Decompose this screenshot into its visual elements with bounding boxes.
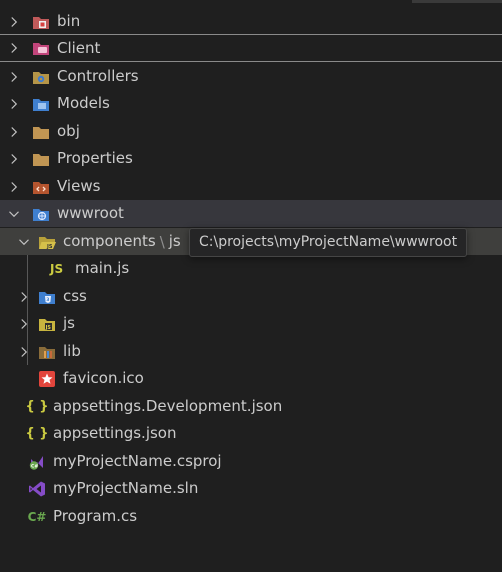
tree-item-label: Client	[57, 38, 101, 57]
chevron-down-icon[interactable]	[16, 234, 32, 250]
tree-item-controllers[interactable]: Controllers	[0, 63, 502, 90]
chevron-right-icon[interactable]	[6, 179, 22, 195]
folder-icon	[32, 123, 50, 141]
csharp-file-icon: C#	[27, 509, 47, 524]
folder-views-icon	[32, 178, 50, 196]
chevron-right-icon[interactable]	[16, 316, 32, 332]
folder-controllers-icon	[32, 68, 50, 86]
tree-item-label: Views	[57, 177, 101, 195]
folder-bin-icon	[32, 13, 50, 31]
tree-item-obj[interactable]: obj	[0, 118, 502, 145]
tree-item-main-js[interactable]: JS main.js	[0, 255, 502, 282]
tree-item-label: myProjectName.csproj	[53, 452, 222, 470]
folder-icon	[32, 150, 50, 168]
chevron-down-icon[interactable]	[6, 206, 22, 222]
tree-item-label: lib	[63, 342, 81, 360]
folder-css-icon: 3	[38, 288, 56, 306]
tree-item-appsettings-development[interactable]: { } appsettings.Development.json	[0, 393, 502, 420]
tree-item-label: favicon.ico	[63, 369, 144, 387]
tree-item-csproj[interactable]: C# myProjectName.csproj	[0, 448, 502, 475]
tree-item-bin[interactable]: bin	[0, 8, 502, 35]
tree-item-label: myProjectName.sln	[53, 479, 199, 497]
js-file-icon: JS	[50, 261, 64, 276]
tree-item-label: css	[63, 287, 87, 305]
folder-wwwroot-icon	[32, 205, 50, 223]
tree-item-label: appsettings.json	[53, 424, 177, 442]
tree-item-wwwroot[interactable]: wwwroot	[0, 200, 502, 227]
tree-item-css[interactable]: 3 css	[0, 283, 502, 310]
chevron-right-icon[interactable]	[6, 124, 22, 140]
tree-item-favicon[interactable]: favicon.ico	[0, 365, 502, 392]
compact-folder-separator: \	[159, 232, 165, 251]
chevron-right-icon[interactable]	[6, 40, 22, 56]
folder-lib-icon	[38, 343, 56, 361]
tree-item-label: Models	[57, 94, 110, 112]
chevron-right-icon[interactable]	[6, 151, 22, 167]
visual-studio-icon	[28, 480, 46, 498]
svg-text:JS: JS	[45, 325, 52, 331]
chevron-right-icon[interactable]	[16, 289, 32, 305]
svg-text:C#: C#	[31, 463, 38, 469]
favicon-file-icon	[38, 370, 56, 388]
tree-item-label: wwwroot	[57, 204, 124, 222]
chevron-right-icon[interactable]	[16, 344, 32, 360]
tree-item-label: js	[63, 314, 75, 332]
chevron-right-icon[interactable]	[6, 69, 22, 85]
tree-item-label-suffix: js	[168, 232, 181, 250]
tree-item-sln[interactable]: myProjectName.sln	[0, 475, 502, 502]
tree-item-label: bin	[57, 12, 81, 30]
tree-item-label: appsettings.Development.json	[53, 397, 283, 415]
chevron-right-icon[interactable]	[6, 96, 22, 112]
chevron-right-icon[interactable]	[6, 14, 22, 30]
tree-item-program-cs[interactable]: C# Program.cs	[0, 503, 502, 530]
folder-client-icon	[32, 39, 50, 57]
tree-item-label: obj	[57, 122, 80, 140]
tree-item-label: Program.cs	[53, 507, 138, 525]
svg-text:3: 3	[46, 297, 49, 303]
json-file-icon: { }	[25, 399, 49, 414]
folder-js-open-icon: JS	[38, 233, 56, 251]
csproj-file-icon: C#	[28, 453, 46, 471]
tree-item-label: main.js	[75, 259, 130, 277]
folder-js-icon: JS	[38, 315, 56, 333]
path-tooltip: C:\projects\myProjectName\wwwroot	[189, 228, 468, 257]
tree-item-lib[interactable]: lib	[0, 338, 502, 365]
tree-item-properties[interactable]: Properties	[0, 145, 502, 172]
json-file-icon: { }	[25, 426, 49, 441]
tree-item-appsettings[interactable]: { } appsettings.json	[0, 420, 502, 447]
svg-text:JS: JS	[46, 244, 53, 250]
tree-item-js[interactable]: JS js	[0, 310, 502, 337]
window-top-edge	[412, 0, 502, 3]
tree-item-models[interactable]: Models	[0, 90, 502, 117]
tree-item-label: Properties	[57, 149, 133, 167]
tree-item-client[interactable]: Client	[0, 34, 502, 62]
tree-item-views[interactable]: Views	[0, 173, 502, 200]
folder-models-icon	[32, 95, 50, 113]
tree-item-label: Controllers	[57, 67, 139, 85]
tree-item-label: components	[63, 232, 156, 250]
